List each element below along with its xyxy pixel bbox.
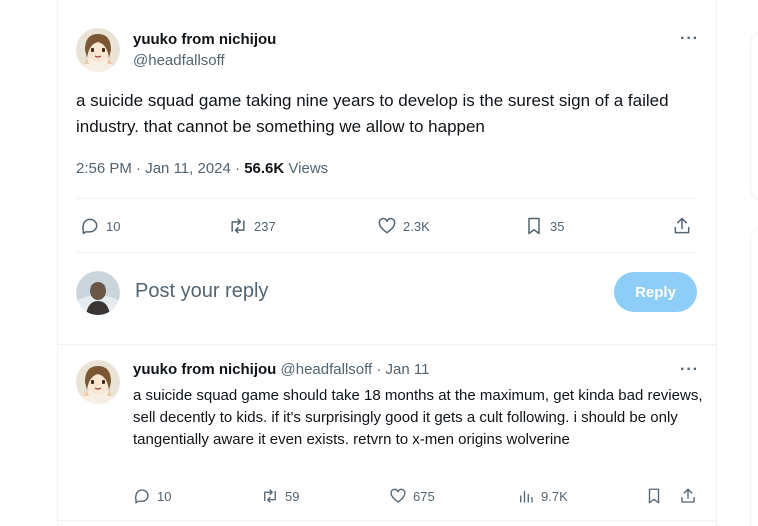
tweet-meta: 2:56 PM · Jan 11, 2024 · 56.6K Views: [76, 160, 328, 177]
reply-submit-button[interactable]: Reply: [614, 272, 697, 312]
divider: [57, 520, 717, 521]
retweet-button[interactable]: 237: [228, 216, 276, 236]
meta-separator: ·: [376, 361, 382, 378]
sidebar-card: [750, 226, 758, 526]
views-count: 9.7K: [541, 488, 568, 504]
reply-date[interactable]: Jan 11: [386, 361, 430, 378]
user-avatar[interactable]: [76, 271, 120, 315]
meta-separator: ·: [136, 160, 142, 177]
author-name[interactable]: yuuko from nichijou: [133, 31, 276, 48]
views-label: Views: [288, 160, 329, 177]
retweet-count: 237: [254, 218, 276, 234]
bookmark-icon: [648, 488, 660, 504]
divider: [57, 344, 717, 345]
more-icon[interactable]: ···: [680, 361, 699, 379]
author-avatar[interactable]: [76, 28, 120, 72]
reply-icon: [82, 218, 98, 235]
bookmark-button[interactable]: 35: [524, 216, 564, 236]
share-icon: [681, 488, 695, 503]
share-icon: [674, 217, 690, 234]
bookmark-icon: [528, 217, 540, 235]
views-button[interactable]: 9.7K: [517, 487, 568, 505]
tweet-time[interactable]: 2:56 PM: [76, 160, 132, 177]
views-icon: [520, 490, 533, 503]
more-icon[interactable]: ···: [680, 30, 699, 48]
reply-button[interactable]: 10: [80, 216, 120, 236]
like-count: 2.3K: [403, 218, 430, 234]
reply-text: a suicide squad game should take 18 mont…: [133, 387, 703, 448]
divider: [76, 252, 698, 253]
reply-count: 10: [157, 488, 172, 504]
share-button[interactable]: [672, 216, 692, 236]
like-icon: [390, 488, 406, 503]
bookmark-count: 35: [550, 218, 565, 234]
reply-button[interactable]: 10: [133, 487, 171, 505]
reply-count: 10: [106, 218, 121, 234]
bookmark-button[interactable]: [645, 487, 663, 505]
like-count: 675: [413, 488, 435, 504]
retweet-icon: [264, 489, 276, 503]
reply-header: yuuko from nichijou @headfallsoff · Jan …: [133, 361, 429, 378]
meta-separator: ·: [235, 160, 241, 177]
tweet-text: a suicide squad game taking nine years t…: [76, 91, 669, 136]
like-button[interactable]: 2.3K: [377, 216, 430, 236]
divider: [76, 198, 698, 199]
reply-author-handle[interactable]: @headfallsoff: [281, 361, 373, 378]
retweet-count: 59: [285, 488, 300, 504]
sidebar-card: [750, 30, 758, 202]
reply-icon: [134, 489, 149, 504]
like-button[interactable]: 675: [389, 487, 435, 505]
reply-author-avatar[interactable]: [76, 360, 120, 404]
retweet-icon: [231, 218, 245, 234]
views-count: 56.6K: [244, 160, 285, 177]
reply-input[interactable]: Post your reply: [135, 280, 268, 303]
retweet-button[interactable]: 59: [261, 487, 299, 505]
reply-author-name[interactable]: yuuko from nichijou: [133, 361, 276, 378]
share-button[interactable]: [679, 487, 697, 505]
tweet-date[interactable]: Jan 11, 2024: [145, 160, 231, 177]
like-icon: [378, 217, 396, 234]
author-handle[interactable]: @headfallsoff: [133, 52, 225, 69]
